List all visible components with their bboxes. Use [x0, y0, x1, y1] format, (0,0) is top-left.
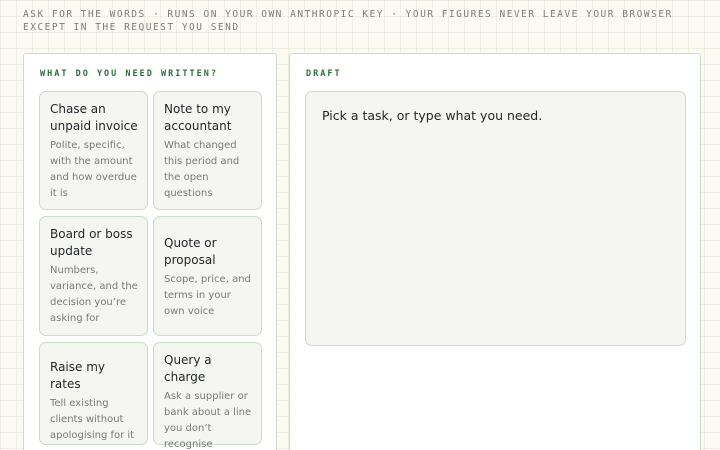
task-title: Chase an unpaid invoice	[50, 102, 138, 133]
task-picker-heading: WHAT DO YOU NEED WRITTEN?	[40, 69, 218, 79]
task-title: Quote or proposal	[164, 236, 217, 267]
task-card-chase-invoice[interactable]: Chase an unpaid invoice Polite, specific…	[39, 91, 148, 210]
task-card-raise-rates[interactable]: Raise my rates Tell existing clients wit…	[39, 342, 148, 445]
privacy-banner: ASK FOR THE WORDS · RUNS ON YOUR OWN ANT…	[23, 9, 673, 33]
task-card-board-update[interactable]: Board or boss update Numbers, variance, …	[39, 216, 148, 336]
task-description: What changed this period and the open qu…	[164, 140, 240, 199]
task-title: Raise my rates	[50, 360, 106, 391]
task-description: Tell existing clients without apologisin…	[50, 398, 135, 441]
task-description: Ask a supplier or bank about a line you …	[164, 391, 252, 450]
task-picker-panel: WHAT DO YOU NEED WRITTEN? Chase an unpai…	[23, 53, 277, 450]
task-description: Numbers, variance, and the decision you’…	[50, 265, 138, 324]
task-description: Polite, specific, with the amount and ho…	[50, 140, 137, 199]
task-description: Scope, price, and terms in your own voic…	[164, 274, 251, 317]
task-card-accountant-note[interactable]: Note to my accountant What changed this …	[153, 91, 262, 210]
task-title: Note to my accountant	[164, 102, 232, 133]
task-card-query-charge[interactable]: Query a charge Ask a supplier or bank ab…	[153, 342, 262, 450]
task-title: Board or boss update	[50, 227, 133, 258]
draft-heading: DRAFT	[306, 69, 342, 79]
draft-panel: DRAFT Pick a task, or type what you need…	[289, 53, 701, 450]
task-card-quote-proposal[interactable]: Quote or proposal Scope, price, and term…	[153, 216, 262, 336]
task-title: Query a charge	[164, 353, 212, 384]
draft-text-area[interactable]: Pick a task, or type what you need.	[305, 91, 686, 346]
